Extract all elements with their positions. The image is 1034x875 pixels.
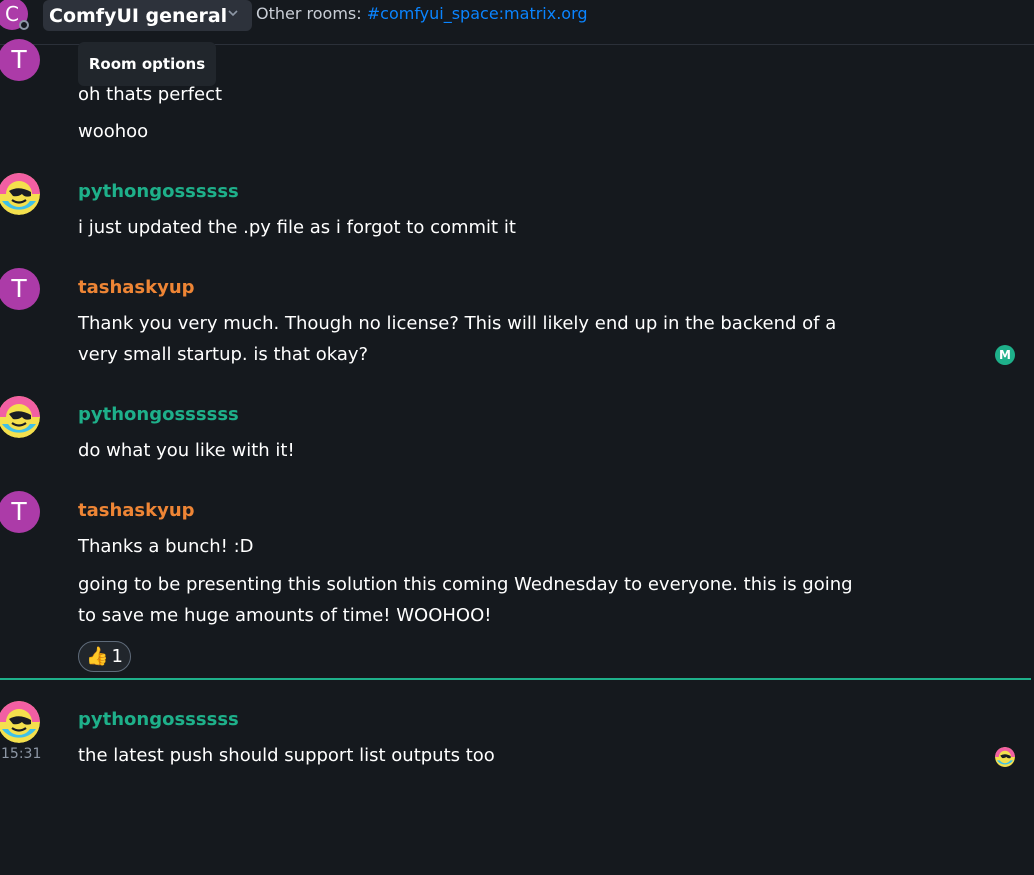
reaction-count: 1 — [111, 646, 123, 667]
avatar[interactable]: T — [0, 39, 40, 81]
message-body: i just updated the .py file as i forgot … — [78, 217, 516, 238]
presence-icon — [19, 20, 29, 30]
message-body: going to be presenting this solution thi… — [78, 574, 853, 595]
message-timestamp[interactable]: 15:31 — [1, 746, 41, 762]
room-header: C ComfyUI general Other rooms: #comfyui_… — [0, 0, 1034, 45]
room-name: ComfyUI general — [49, 4, 228, 27]
read-receipt-avatar[interactable]: M — [995, 345, 1015, 365]
message-body: do what you like with it! — [78, 440, 295, 461]
avatar[interactable]: T — [0, 491, 40, 533]
message-body: the latest push should support list outp… — [78, 745, 495, 766]
room-avatar-letter: C — [5, 2, 19, 26]
room-options-tooltip: Room options — [78, 42, 216, 86]
message-body: Thank you very much. Though no license? … — [78, 313, 837, 334]
other-rooms: Other rooms: #comfyui_space:matrix.org — [256, 4, 588, 23]
sunglasses-face-icon — [0, 701, 40, 743]
avatar[interactable] — [0, 701, 40, 743]
chevron-down-icon — [228, 10, 238, 17]
message-body: Thanks a bunch! :D — [78, 536, 254, 557]
other-rooms-label: Other rooms: — [256, 4, 362, 23]
read-marker — [0, 678, 1031, 680]
read-receipt-avatar[interactable] — [995, 747, 1015, 767]
message-body: very small startup. is that okay? — [78, 344, 369, 365]
room-avatar[interactable]: C — [0, 0, 29, 30]
sender-name[interactable]: tashaskyup — [78, 277, 195, 298]
sender-name[interactable]: pythongossssss — [78, 181, 239, 202]
sender-name[interactable]: pythongossssss — [78, 709, 239, 730]
reaction-thumbs-up[interactable]: 👍 1 — [78, 641, 131, 672]
avatar[interactable]: T — [0, 268, 40, 310]
message-body: to save me huge amounts of time! WOOHOO! — [78, 605, 492, 626]
sunglasses-face-icon — [0, 396, 40, 438]
sender-name[interactable]: tashaskyup — [78, 500, 195, 521]
other-rooms-link[interactable]: #comfyui_space:matrix.org — [367, 4, 588, 23]
avatar[interactable] — [0, 396, 40, 438]
thumbs-up-icon: 👍 — [86, 646, 109, 667]
room-options-button[interactable]: ComfyUI general — [43, 0, 252, 31]
avatar[interactable] — [0, 173, 40, 215]
sender-name[interactable]: pythongossssss — [78, 404, 239, 425]
sunglasses-face-icon — [0, 173, 40, 215]
message-body: woohoo — [78, 121, 149, 142]
sunglasses-face-icon — [995, 747, 1015, 767]
